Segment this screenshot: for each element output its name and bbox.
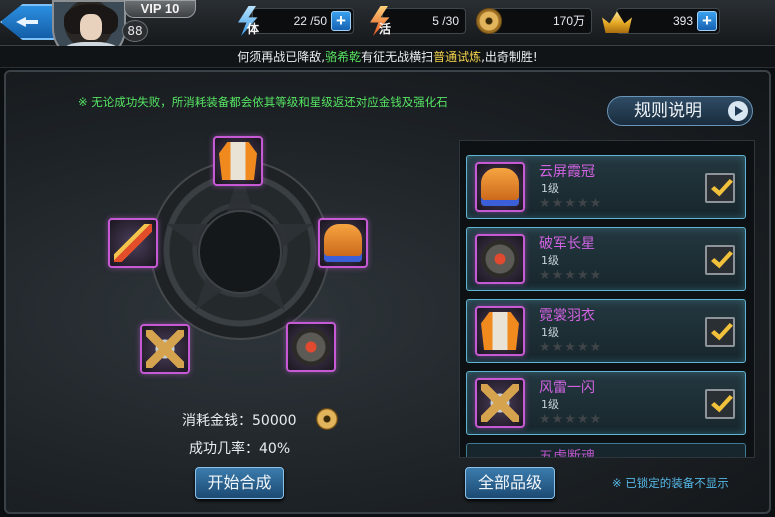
item-slot <box>475 234 525 284</box>
start-fusion-button[interactable]: 开始合成 <box>195 467 284 499</box>
crown-icon <box>324 224 362 262</box>
select-checkbox[interactable] <box>705 173 735 203</box>
robe-icon <box>481 312 519 350</box>
ingot-value: 393 <box>672 14 693 28</box>
item-slot <box>475 306 525 356</box>
blade-icon <box>114 224 152 262</box>
stamina-counter: 22 /50 + <box>252 8 354 34</box>
fusion-slot-bottom-right[interactable] <box>286 322 336 372</box>
list-item[interactable]: 破军长星 1级 ★★★★★ <box>466 227 746 291</box>
fusion-center <box>198 210 282 294</box>
mace-icon <box>292 328 330 366</box>
fusion-slot-right[interactable] <box>318 218 368 268</box>
all-grades-button[interactable]: 全部品级 <box>465 467 555 499</box>
success-rate-label: 成功几率：40% <box>189 441 291 457</box>
coin-icon <box>476 8 502 34</box>
list-item[interactable]: 霓裳羽衣 1级 ★★★★★ <box>466 299 746 363</box>
rules-button[interactable]: 规则说明 <box>607 96 753 126</box>
add-stamina-button[interactable]: + <box>331 11 351 31</box>
vip-badge[interactable]: VIP 10 <box>124 0 196 18</box>
coin-counter: 170万 <box>488 8 592 34</box>
item-name: 五虎断魂 <box>539 449 595 458</box>
add-ingot-button[interactable]: + <box>697 11 717 31</box>
coin-icon <box>316 408 338 430</box>
item-slot <box>475 378 525 428</box>
item-level: 1级 <box>541 254 559 267</box>
return-notice: ※ 无论成功失败，所消耗装备都会依其等级和星级返还对应金钱及强化石 <box>78 95 448 109</box>
ticker-part2: 有征无战横扫 <box>361 50 434 64</box>
top-bar: VIP 10 88 22 /50 + 体 5 /30 活 170万 393 + <box>0 0 775 62</box>
item-level: 1级 <box>541 398 559 411</box>
ingot-counter: 393 + <box>616 8 720 34</box>
stamina-value: 22 /50 <box>293 14 327 28</box>
locked-hint: ※ 已锁定的装备不显示 <box>612 476 729 490</box>
list-item[interactable]: 云屏霞冠 1级 ★★★★★ <box>466 155 746 219</box>
fusion-slot-bottom-left[interactable] <box>140 324 190 374</box>
item-level: 1级 <box>541 182 559 195</box>
item-name: 破军长星 <box>539 236 595 252</box>
chevron-right-icon <box>728 101 748 121</box>
axe-icon <box>146 330 184 368</box>
equipment-list[interactable]: 云屏霞冠 1级 ★★★★★ 破军长星 1级 ★★★★★ 霓裳羽衣 1级 ★★★★… <box>459 140 755 458</box>
ticker-part1: 何须再战已降敌, <box>237 50 326 64</box>
select-checkbox[interactable] <box>705 389 735 419</box>
ticker-part3: ,出奇制胜! <box>481 50 538 64</box>
list-item[interactable]: 风雷一闪 1级 ★★★★★ <box>466 371 746 435</box>
star-rating: ★★★★★ <box>539 340 603 355</box>
activity-counter: 5 /30 <box>382 8 466 34</box>
item-name: 霓裳羽衣 <box>539 308 595 324</box>
announcement-ticker: 何须再战已降敌,骆希乾有征无战横扫普通试炼,出奇制胜! <box>0 46 775 68</box>
avatar-face <box>80 14 102 40</box>
activity-tag: 活 <box>379 22 392 36</box>
star-rating: ★★★★★ <box>539 412 603 427</box>
rules-button-label: 规则说明 <box>634 101 702 121</box>
mace-icon <box>481 240 519 278</box>
item-name: 云屏霞冠 <box>539 164 595 180</box>
select-checkbox[interactable] <box>705 317 735 347</box>
star-rating: ★★★★★ <box>539 268 603 283</box>
star-rating: ★★★★★ <box>539 196 603 211</box>
item-level: 1级 <box>541 326 559 339</box>
back-button[interactable] <box>0 4 56 40</box>
item-name: 风雷一闪 <box>539 380 595 396</box>
axe-icon <box>481 384 519 422</box>
robe-icon <box>219 142 257 180</box>
cost-label: 消耗金钱：50000 <box>182 413 297 429</box>
activity-value: 5 /30 <box>432 14 459 28</box>
select-checkbox[interactable] <box>705 245 735 275</box>
crown-icon <box>481 168 519 206</box>
item-slot <box>475 162 525 212</box>
list-item[interactable]: 五虎断魂 <box>466 443 746 458</box>
player-level: 88 <box>122 20 148 42</box>
stamina-tag: 体 <box>247 22 260 36</box>
ticker-mode: 普通试炼 <box>433 50 482 64</box>
fusion-slot-left[interactable] <box>108 218 158 268</box>
fusion-slot-top[interactable] <box>213 136 263 186</box>
coin-value: 170万 <box>552 14 585 28</box>
ticker-player-name: 骆希乾 <box>325 50 362 64</box>
